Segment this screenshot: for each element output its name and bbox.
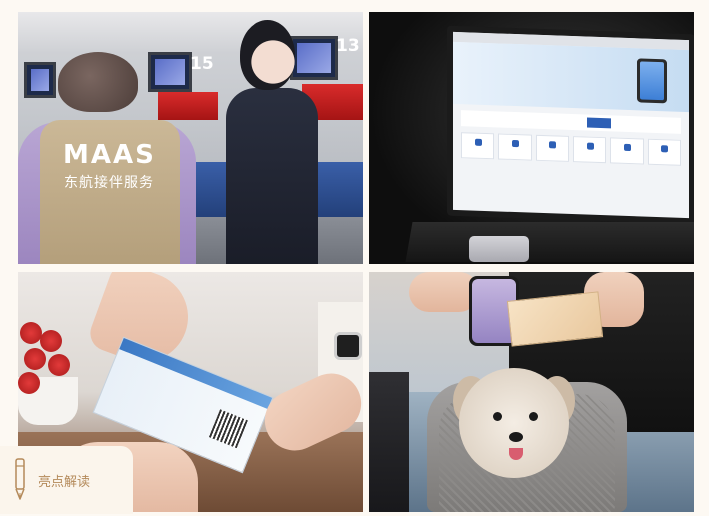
photo-grid: 15 13 MAAS 东航接伴服务: [18, 12, 694, 512]
photo-pet-travel: [369, 272, 694, 512]
highlight-tag[interactable]: 亮点解读: [0, 446, 133, 514]
dark-bin: [369, 372, 409, 512]
dog-nose: [509, 432, 523, 442]
laptop-keyboard: [405, 222, 694, 262]
attendant-head: [240, 20, 295, 90]
service-tile: [535, 134, 569, 162]
red-flowers: [18, 312, 78, 394]
dog-eye: [529, 412, 538, 421]
service-tile: [461, 132, 495, 160]
vest-title: MAAS: [63, 140, 156, 170]
airline-attendant: [218, 20, 328, 264]
dog-eye: [493, 412, 502, 421]
photo-laptop-booking: [369, 12, 694, 264]
smartphone: [469, 236, 529, 262]
service-tiles: [461, 132, 681, 166]
pen-icon: [15, 458, 25, 500]
service-tile: [647, 138, 681, 166]
service-tile: [572, 136, 607, 164]
service-tile: [610, 137, 644, 165]
counter-number: 13: [336, 36, 360, 56]
service-tile: [498, 133, 532, 161]
dog: [459, 368, 569, 478]
knit-hat: [58, 52, 138, 112]
airline-website: [453, 31, 689, 219]
flight-search-bar: [461, 110, 681, 134]
website-banner: [453, 41, 689, 113]
photo-airport-counter: 15 13 MAAS 东航接伴服务: [18, 12, 363, 264]
highlight-tag-label: 亮点解读: [38, 474, 91, 490]
attendant-uniform: [226, 88, 318, 264]
pet-travel-card: [506, 291, 604, 347]
phone-illustration: [637, 58, 667, 104]
vest-subtitle: 东航接伴服务: [64, 175, 154, 191]
wristwatch: [334, 332, 362, 360]
laptop-screen: [447, 25, 694, 225]
